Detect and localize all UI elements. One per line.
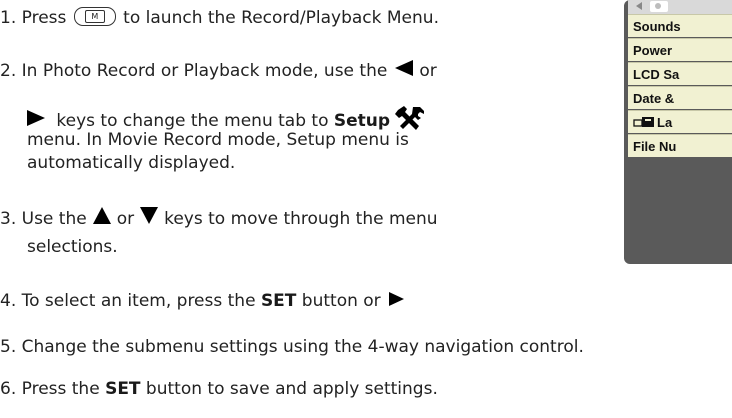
menu-key-label: M xyxy=(84,10,105,23)
step-2-line-3: menu. In Movie Record mode, Setup menu i… xyxy=(27,130,409,150)
right-arrow-icon xyxy=(27,110,45,126)
step-3-line-1: 3. Use the or keys to move through the men… xyxy=(0,207,438,231)
language-icon xyxy=(633,117,654,127)
step-1: 1. Press M to launch the Record/Playback… xyxy=(0,7,439,30)
step-3-or: or xyxy=(116,209,135,229)
menu-key-icon: M xyxy=(73,7,116,26)
menu-item-file-number: File Nu xyxy=(628,134,732,157)
step-2-text-2: keys to change the menu tab to xyxy=(51,111,334,131)
step-2-line-1: 2. In Photo Record or Playback mode, use… xyxy=(0,60,437,83)
step-5: 5. Change the submenu settings using the… xyxy=(0,337,584,357)
step-1-text-before: 1. Press xyxy=(0,8,72,28)
step-4-text: 4. To select an item, press the xyxy=(0,291,261,311)
menu-item-language-label: La xyxy=(657,115,673,130)
setup-tools-icon xyxy=(395,106,425,130)
step-2-or: or xyxy=(419,61,437,81)
step-2-text: 2. In Photo Record or Playback mode, use… xyxy=(0,61,388,81)
camera-tab-icon xyxy=(650,1,668,12)
step-3-text: 3. Use the xyxy=(0,209,87,229)
menu-item-language: La xyxy=(628,110,732,133)
step-6: 6. Press the SET button to save and appl… xyxy=(0,378,438,401)
step-6-text: 6. Press the xyxy=(0,379,106,399)
menu-tab-bar xyxy=(628,0,732,14)
step-3-text-2: keys to move through the menu xyxy=(164,209,438,229)
step-6-text-2: button to save and apply settings. xyxy=(140,379,438,399)
menu-item-date: Date & xyxy=(628,86,732,109)
step-3-line-2: selections. xyxy=(27,237,118,257)
step-4: 4. To select an item, press the SET butt… xyxy=(0,290,405,313)
setup-label: Setup xyxy=(333,111,391,131)
set-label: SET xyxy=(260,291,297,311)
step-1-text-after: to launch the Record/Playback Menu. xyxy=(117,8,439,28)
right-arrow-icon xyxy=(389,292,405,306)
setup-menu-screenshot: Sounds Power LCD Sa Date & La File Nu xyxy=(624,0,732,264)
down-arrow-icon xyxy=(140,207,159,224)
step-2-line-4: automatically displayed. xyxy=(27,153,236,173)
tab-left-arrow-icon xyxy=(636,2,642,10)
menu-item-lcd: LCD Sa xyxy=(628,62,732,85)
set-label: SET xyxy=(105,379,141,399)
menu-item-power: Power xyxy=(628,38,732,61)
left-arrow-icon xyxy=(395,60,414,76)
up-arrow-icon xyxy=(92,207,111,224)
menu-item-sounds: Sounds xyxy=(628,14,732,37)
step-4-text-2: button or xyxy=(296,291,387,311)
